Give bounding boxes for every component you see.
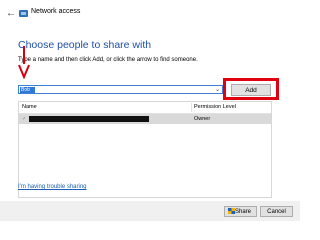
table-row[interactable]: ♂ Owner [19,114,271,124]
column-divider [191,103,192,112]
cancel-button[interactable]: Cancel [260,206,293,217]
annotation-arrow-head-icon [18,64,30,79]
permission-level[interactable]: Owner [194,114,210,124]
user-icon: ♂ [22,116,26,122]
annotation-arrow-icon [23,46,25,64]
window-title: Network access [31,8,81,15]
trouble-sharing-link[interactable]: I'm having trouble sharing [18,184,87,190]
page-heading: Choose people to share with [18,39,152,51]
shield-icon [228,208,235,214]
chevron-down-icon[interactable]: ⌄ [215,86,220,94]
instructions-text: Type a name and then click Add, or click… [18,57,198,63]
name-input[interactable]: Bob ⌄ [18,85,223,94]
column-header-permission[interactable]: Permission Level [194,102,236,113]
back-arrow-icon[interactable]: ← [6,9,16,19]
network-folder-icon [19,10,28,17]
name-input-value: Bob [20,87,35,93]
add-button[interactable]: Add [231,84,271,96]
table-header: Name Permission Level [19,102,271,114]
redacted-name [29,116,149,122]
column-header-name[interactable]: Name [22,102,37,113]
